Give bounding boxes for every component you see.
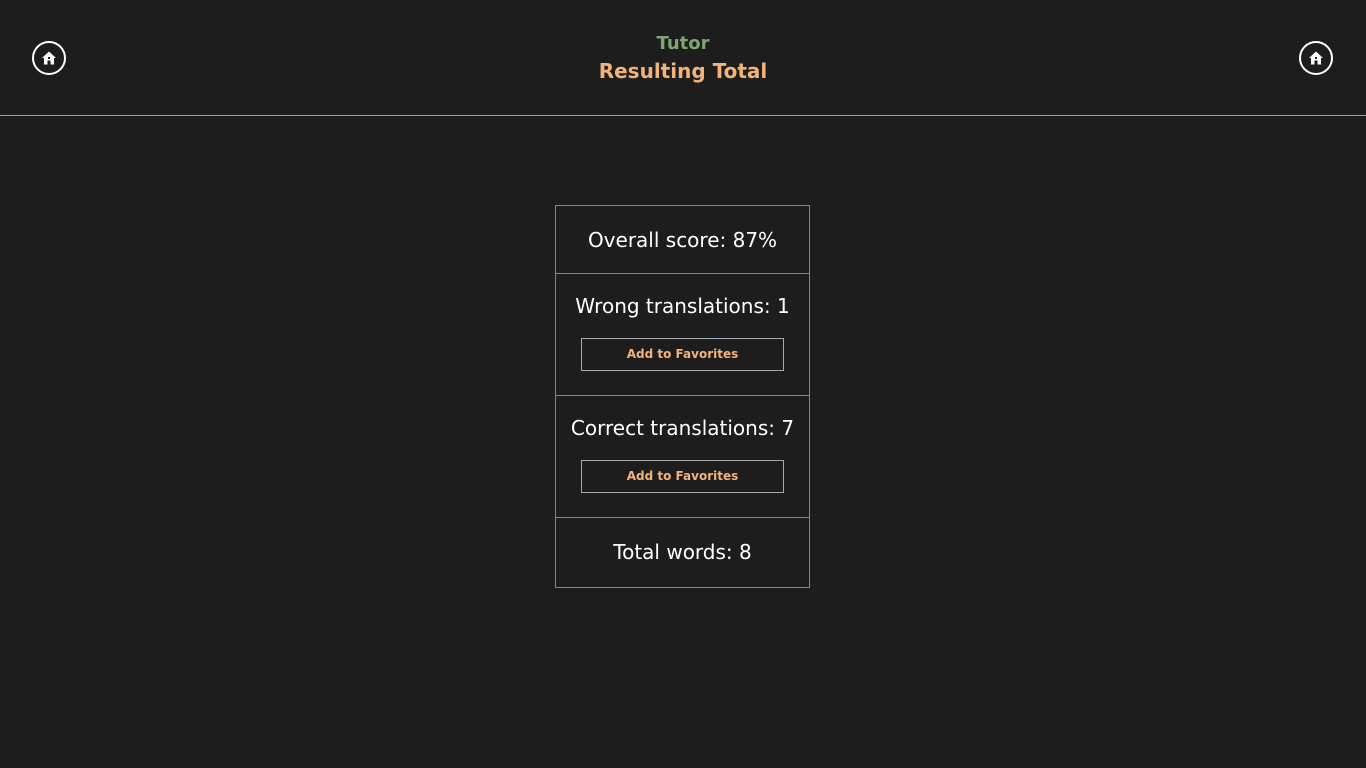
app-title: Tutor <box>656 33 710 54</box>
total-words: Total words: 8 <box>613 540 752 564</box>
title-block: Tutor Resulting Total <box>0 32 1366 86</box>
overall-score: Overall score: 87% <box>587 228 778 252</box>
correct-translations-count: Correct translations: 7 <box>570 416 795 440</box>
overall-score-cell: Overall score: 87% <box>556 206 809 274</box>
wrong-translations-cell: Wrong translations: 1 Add to Favorites <box>556 274 809 396</box>
total-words-cell: Total words: 8 <box>556 518 809 587</box>
page-header: Tutor Resulting Total <box>0 0 1366 116</box>
home-button-right[interactable] <box>1299 41 1333 75</box>
page-title: Resulting Total <box>598 59 768 83</box>
home-icon <box>1309 51 1323 65</box>
wrong-translations-count: Wrong translations: 1 <box>575 294 790 318</box>
correct-translations-cell: Correct translations: 7 Add to Favorites <box>556 396 809 518</box>
add-wrong-to-favorites-button[interactable]: Add to Favorites <box>581 338 784 371</box>
results-panel: Overall score: 87% Wrong translations: 1… <box>555 205 810 588</box>
add-correct-to-favorites-button[interactable]: Add to Favorites <box>581 460 784 493</box>
